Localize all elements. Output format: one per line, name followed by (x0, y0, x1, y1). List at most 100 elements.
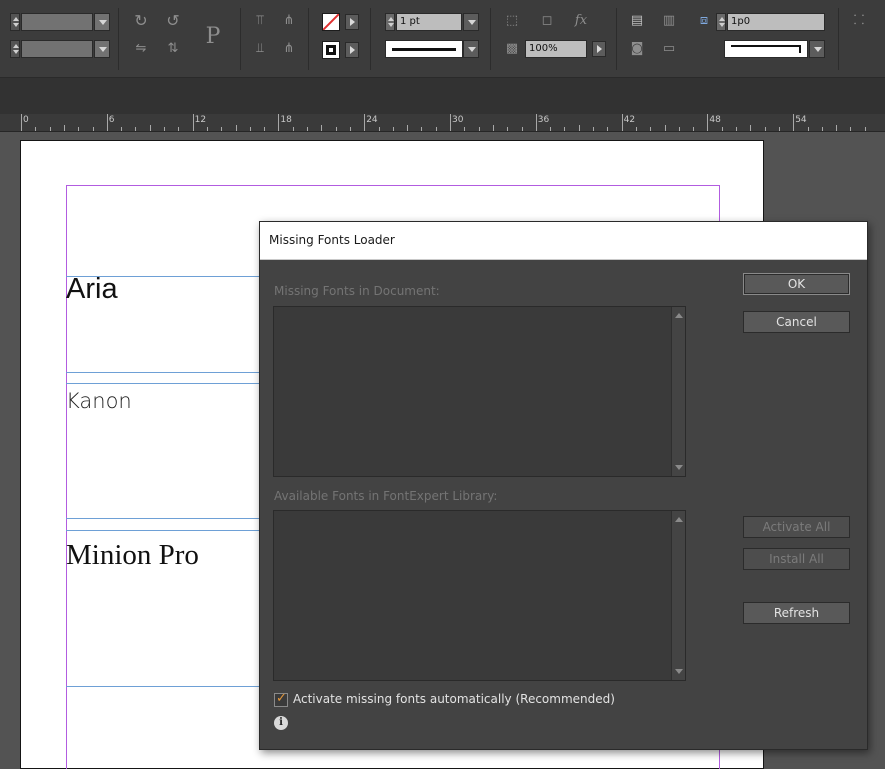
reference-size-value: 1p0 (731, 16, 751, 27)
wrap-jump-icon[interactable]: ▭ (660, 40, 678, 58)
ruler-minor-tick (221, 127, 223, 131)
scroll-down-icon[interactable] (675, 465, 683, 470)
ruler-minor-tick (235, 125, 237, 131)
scroll-down-icon[interactable] (675, 669, 683, 674)
refresh-button[interactable]: Refresh (743, 602, 850, 624)
stroke-weight-stepper[interactable] (385, 13, 395, 31)
ruler-minor-tick (564, 127, 566, 131)
activate-all-button[interactable]: Activate All (743, 516, 850, 538)
ruler-minor-tick (321, 125, 323, 131)
ruler-major-tick (535, 114, 537, 131)
available-fonts-scrollbar[interactable] (671, 511, 685, 680)
auto-activate-label[interactable]: Activate missing fonts automatically (Re… (293, 692, 615, 706)
reference-size-field[interactable]: 1p0 (727, 13, 825, 31)
ruler-minor-tick (635, 127, 637, 131)
ruler-major-tick (793, 114, 795, 131)
effects-fx-icon[interactable]: fx (572, 12, 590, 30)
x-position-stepper[interactable] (10, 13, 20, 31)
flip-vertical-icon[interactable]: ⇅ (164, 40, 182, 58)
ruler-minor-tick (578, 125, 580, 131)
rotate-ccw-icon[interactable]: ↺ (164, 12, 182, 30)
ruler-minor-tick (178, 127, 180, 131)
frame-fitting-icon[interactable]: ⧈ (695, 12, 713, 30)
ruler-minor-tick (664, 125, 666, 131)
fill-swatch-menu-button[interactable] (345, 14, 359, 30)
y-position-stepper[interactable] (10, 40, 20, 58)
auto-fit-icon[interactable]: ⸬ (850, 12, 868, 30)
fill-none-icon[interactable] (322, 13, 340, 31)
available-fonts-list[interactable] (273, 510, 686, 681)
toolbar-separator (490, 8, 491, 70)
opacity-menu-button[interactable] (592, 41, 606, 57)
checkmark-icon: ✓ (276, 691, 287, 706)
cancel-button[interactable]: Cancel (743, 311, 850, 333)
stroke-type-field[interactable] (385, 40, 463, 58)
scroll-up-icon[interactable] (675, 517, 683, 522)
info-icon[interactable]: i (274, 716, 288, 730)
ruler-minor-tick (650, 127, 652, 131)
x-position-field[interactable] (21, 13, 93, 31)
opacity-icon[interactable]: ▩ (503, 40, 521, 58)
align-bottom-icon[interactable]: ⫫ (251, 40, 269, 58)
ruler-minor-tick (464, 127, 466, 131)
ruler-minor-tick (135, 127, 137, 131)
top-margin-guide (66, 185, 720, 186)
ruler-major-tick (106, 114, 108, 131)
stroke-swatch-menu-button[interactable] (345, 42, 359, 58)
ruler-label: 6 (108, 115, 115, 125)
font-sample-kanon[interactable]: Kanon (66, 389, 132, 413)
y-position-field[interactable] (21, 40, 93, 58)
x-position-dropdown[interactable] (94, 13, 110, 31)
paragraph-p-icon[interactable]: P (192, 16, 234, 58)
rotate-cw-icon[interactable]: ↻ (132, 12, 150, 30)
corner-shape-dropdown[interactable] (809, 40, 825, 58)
toolbar-separator (118, 8, 119, 70)
ruler-minor-tick (264, 127, 266, 131)
scroll-up-icon[interactable] (675, 313, 683, 318)
install-all-button[interactable]: Install All (743, 548, 850, 570)
wrap-bounding-icon[interactable]: ▥ (660, 12, 678, 30)
flip-horizontal-icon[interactable]: ⇋ (132, 40, 150, 58)
stroke-type-dropdown[interactable] (463, 40, 479, 58)
distribute-bottom-icon[interactable]: ⋔ (280, 40, 298, 58)
ruler-major-tick (21, 114, 22, 131)
opacity-field[interactable]: 100% (525, 40, 587, 58)
toolbar-separator (616, 8, 617, 70)
ruler-minor-tick (78, 127, 80, 131)
ruler-minor-tick (421, 127, 423, 131)
ruler-minor-tick (378, 127, 380, 131)
ruler-minor-tick (435, 127, 437, 131)
ruler-minor-tick (850, 127, 852, 131)
ruler-minor-tick (407, 125, 409, 131)
ruler-minor-tick (164, 127, 165, 131)
drop-shadow-icon[interactable]: ⬚ (503, 12, 521, 30)
missing-fonts-scrollbar[interactable] (671, 307, 685, 476)
reference-size-stepper[interactable] (716, 13, 726, 31)
stroke-weight-dropdown[interactable] (463, 13, 479, 31)
ruler-label: 54 (795, 115, 807, 125)
dialog-titlebar[interactable]: Missing Fonts Loader (260, 222, 867, 260)
ruler-label: 18 (280, 115, 292, 125)
ruler-label: 48 (709, 115, 721, 125)
ruler-minor-tick (249, 127, 251, 131)
corner-shape-field[interactable] (724, 40, 808, 58)
font-sample-minion-pro[interactable]: Minion Pro (66, 539, 199, 572)
distribute-icon[interactable]: ⋔ (280, 12, 298, 30)
ok-button[interactable]: OK (743, 273, 850, 295)
object-effect-icon[interactable]: ◻ (538, 12, 556, 30)
auto-activate-checkbox[interactable]: ✓ (274, 691, 288, 707)
ruler-minor-tick (492, 125, 494, 131)
font-sample-aria[interactable]: Aria (66, 273, 118, 306)
text-wrap-icon[interactable]: ▤ (628, 12, 646, 30)
wrap-object-icon[interactable]: ◙ (628, 40, 646, 58)
missing-fonts-list[interactable] (273, 306, 686, 477)
ruler-major-tick (707, 114, 709, 131)
y-position-dropdown[interactable] (94, 40, 110, 58)
stroke-swatch-icon[interactable] (322, 41, 340, 59)
dialog-title: Missing Fonts Loader (269, 233, 395, 247)
horizontal-ruler[interactable]: 0 6 12 18 24 30 36 42 48 54 (0, 114, 885, 132)
align-top-icon[interactable]: ⫪ (251, 12, 269, 30)
ruler-minor-tick (392, 127, 394, 131)
toolbar-separator (838, 8, 839, 70)
stroke-weight-field[interactable]: 1 pt (396, 13, 462, 31)
